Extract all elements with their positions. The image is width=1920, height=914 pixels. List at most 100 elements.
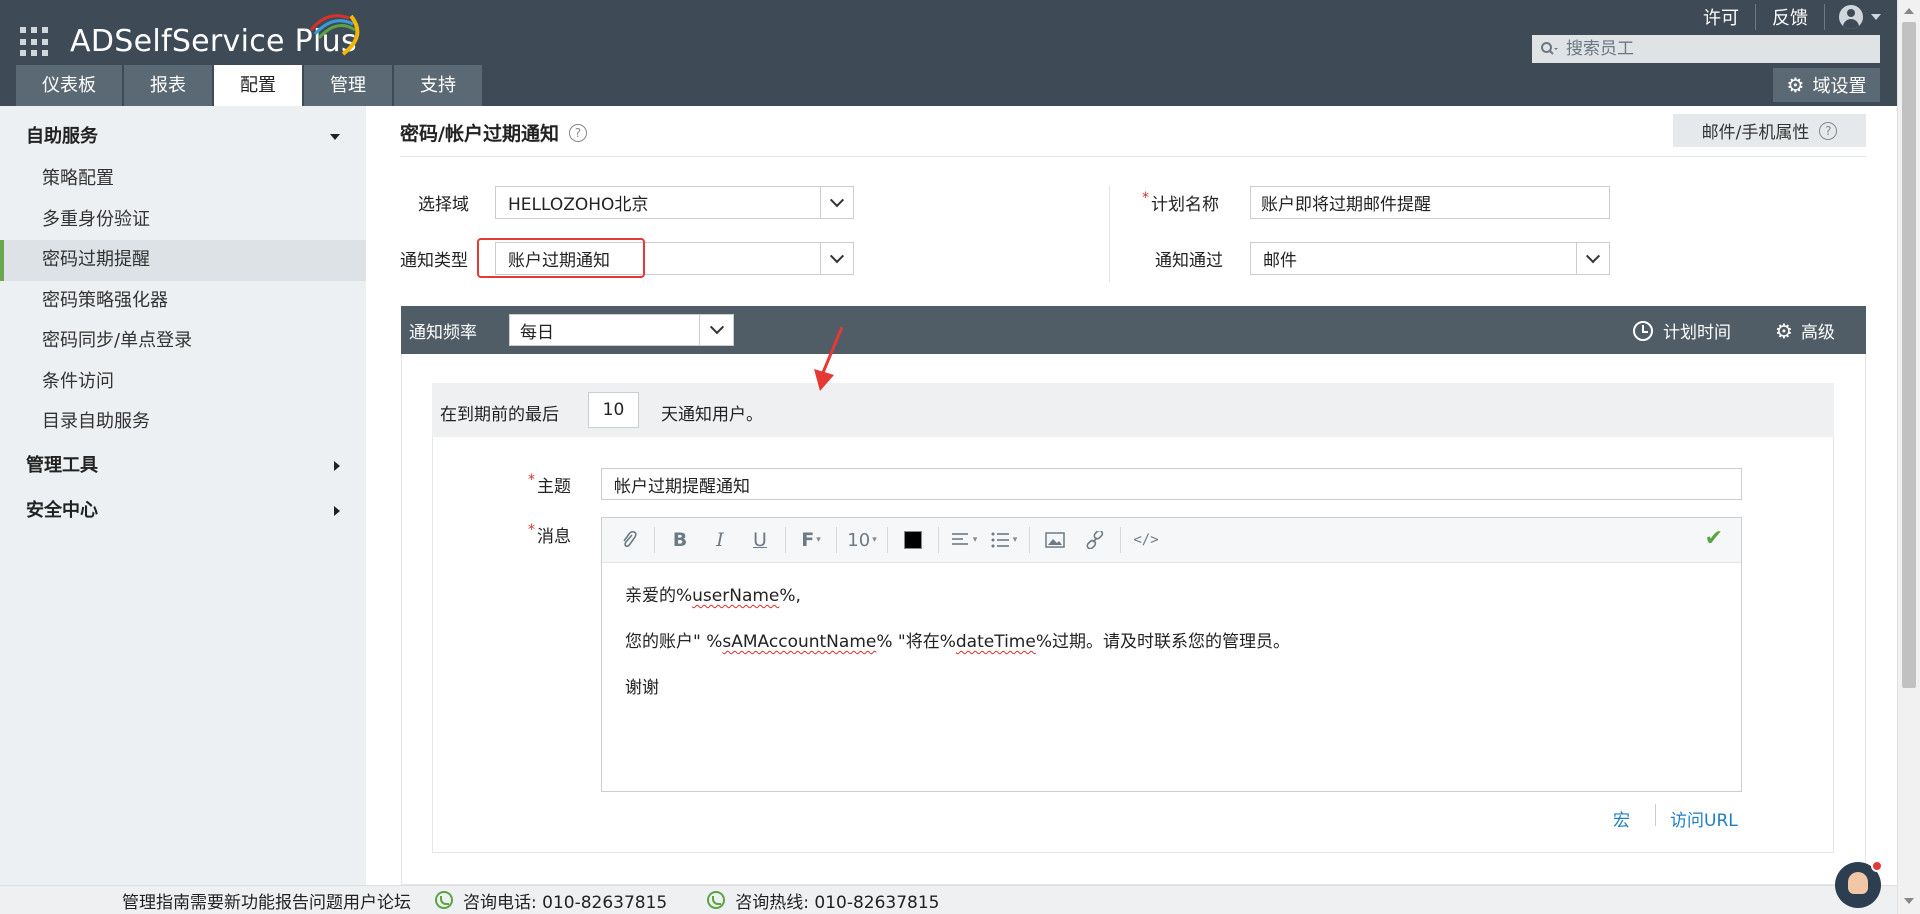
sidebar-item-directory-self-service[interactable]: 目录自助服务 — [0, 402, 366, 443]
italic-icon[interactable]: I — [705, 525, 735, 555]
footer: 管理指南需要新功能报告问题用户论坛 咨询电话: 010-82637815 咨询热… — [0, 885, 1897, 914]
tab-support[interactable]: 支持 — [394, 65, 482, 106]
consult-phone: 咨询电话: 010-82637815 — [435, 888, 667, 913]
notify-days-suffix: 天通知用户。 — [661, 405, 763, 425]
employee-search[interactable] — [1532, 35, 1880, 63]
feedback-link[interactable]: 反馈 — [1756, 4, 1825, 30]
underline-icon[interactable]: U — [745, 525, 775, 555]
chevron-down-icon — [820, 187, 853, 218]
domain-select[interactable]: HELLOZOHO北京 — [495, 186, 854, 219]
sidebar-section-admin-tools[interactable]: 管理工具 — [0, 443, 366, 488]
sidebar-item-password-policy[interactable]: 密码策略强化器 — [0, 281, 366, 322]
page-title: 密码/帐户过期通知 ? — [400, 119, 587, 146]
notify-days-input[interactable]: 10 — [588, 392, 639, 428]
tab-admin[interactable]: 管理 — [304, 65, 392, 106]
sidebar-item-password-sync[interactable]: 密码同步/单点登录 — [0, 321, 366, 362]
check-icon[interactable]: ✔ — [1705, 526, 1723, 551]
notify-via-select[interactable]: 邮件 — [1250, 242, 1610, 275]
notify-days-strip: 在到期前的最后 天通知用户。 — [432, 383, 1834, 437]
tab-dashboard[interactable]: 仪表板 — [16, 65, 122, 106]
attachment-icon[interactable] — [614, 525, 644, 555]
sidebar-section-label: 安全中心 — [26, 499, 98, 521]
phone-icon — [435, 891, 453, 909]
scroll-down-icon[interactable] — [1904, 898, 1914, 904]
app-grid-icon[interactable] — [20, 27, 50, 57]
tab-configuration[interactable]: 配置 — [214, 65, 302, 106]
sidebar-item-password-expiry[interactable]: 密码过期提醒 — [0, 240, 366, 281]
support-agent-icon — [1848, 872, 1868, 894]
font-size-value: 10 — [847, 529, 871, 551]
search-icon — [1532, 35, 1566, 63]
scroll-thumb[interactable] — [1902, 22, 1916, 688]
frequency-value: 每日 — [520, 322, 554, 343]
font-family-icon[interactable]: F ▾ — [796, 525, 826, 555]
sidebar-item-conditional-access[interactable]: 条件访问 — [0, 362, 366, 403]
font-size-select[interactable]: 10 ▾ — [847, 525, 877, 555]
domain-select-value: HELLOZOHO北京 — [508, 195, 649, 215]
domain-settings-button[interactable]: ⚙ 域设置 — [1773, 68, 1880, 102]
app-header: ADSelfService Plus 许可 反馈 仪表板 报表 配置 管理 支持… — [0, 0, 1897, 106]
text-color-icon[interactable] — [898, 525, 928, 555]
notify-type-select[interactable]: 账户过期通知 — [495, 242, 854, 275]
help-icon[interactable]: ? — [568, 123, 587, 142]
notify-type-value: 账户过期通知 — [508, 251, 610, 271]
required-mark: * — [528, 472, 535, 488]
list-icon[interactable]: ▾ — [989, 525, 1019, 555]
plan-name-label: * 计划名称 — [1142, 190, 1219, 215]
subject-input[interactable]: 帐户过期提醒通知 — [601, 468, 1742, 500]
domain-label: 选择域 — [418, 195, 469, 215]
license-link[interactable]: 许可 — [1687, 4, 1756, 30]
link-icon[interactable] — [1080, 525, 1110, 555]
hotline-phone-text: 咨询热线: 010-82637815 — [735, 892, 940, 913]
schedule-time-label: 计划时间 — [1663, 323, 1731, 343]
sidebar-section-self-service[interactable]: 自助服务 — [0, 114, 366, 159]
schedule-time-button[interactable]: 计划时间 — [1633, 318, 1731, 343]
scroll-up-icon[interactable] — [1904, 8, 1914, 14]
logo-swoosh-icon — [309, 14, 360, 56]
advanced-label: 高级 — [1800, 323, 1835, 343]
chevron-down-icon — [699, 315, 733, 345]
editor-body[interactable]: 亲爱的%userName%, 您的账户" %sAMAccountName% "将… — [602, 563, 1741, 741]
hotline-phone: 咨询热线: 010-82637815 — [707, 888, 940, 913]
bold-icon[interactable]: B — [665, 525, 695, 555]
notify-frequency-bar: 通知频率 每日 计划时间 ⚙ 高级 — [401, 306, 1866, 354]
frequency-select[interactable]: 每日 — [509, 314, 734, 346]
top-links: 许可 反馈 — [1687, 0, 1897, 34]
tab-reports[interactable]: 报表 — [124, 65, 212, 106]
code-view-icon[interactable]: </> — [1131, 525, 1161, 555]
access-url-link[interactable]: 访问URL — [1670, 806, 1738, 831]
caret-right-icon — [334, 460, 340, 471]
sidebar-section-label: 管理工具 — [26, 454, 98, 476]
sidebar-item-mfa[interactable]: 多重身份验证 — [0, 200, 366, 241]
align-icon[interactable]: ▾ — [949, 525, 979, 555]
search-input[interactable] — [1566, 39, 1866, 59]
plan-name-input[interactable]: 账户即将过期邮件提醒 — [1250, 186, 1610, 219]
user-avatar-icon — [1839, 5, 1863, 29]
chat-support-button[interactable] — [1835, 860, 1883, 908]
image-icon[interactable] — [1040, 525, 1070, 555]
page-scrollbar[interactable] — [1897, 0, 1920, 914]
notify-type-label: 通知类型 — [400, 251, 468, 271]
required-mark: * — [528, 522, 535, 538]
help-icon: ? — [1819, 121, 1838, 140]
user-menu[interactable] — [1825, 5, 1897, 29]
annotation-arrow-icon — [814, 326, 844, 391]
sidebar-section-label: 自助服务 — [26, 126, 98, 147]
notify-days-prefix: 在到期前的最后 — [440, 405, 559, 425]
macro-link[interactable]: 宏 — [1613, 806, 1630, 831]
subject-label-text: 主题 — [537, 477, 571, 497]
main-tabs: 仪表板 报表 配置 管理 支持 — [16, 65, 484, 106]
mail-phone-properties-button[interactable]: 邮件/手机属性 ? — [1673, 114, 1866, 147]
chevron-down-icon — [820, 243, 853, 274]
advanced-button[interactable]: ⚙ 高级 — [1775, 318, 1835, 344]
required-mark: * — [1142, 190, 1149, 206]
message-label: * 消息 — [528, 522, 571, 547]
title-divider — [400, 156, 1866, 157]
frequency-label: 通知频率 — [409, 323, 477, 343]
font-family-glyph: F — [801, 529, 815, 551]
form-column-divider — [1109, 186, 1110, 282]
sidebar-section-security-center[interactable]: 安全中心 — [0, 488, 366, 533]
message-editor[interactable]: B I U F ▾ 10 ▾ ▾ ▾ </> ✔ 亲爱的%userName%, 您的… — [601, 517, 1742, 792]
sidebar-item-policy-config[interactable]: 策略配置 — [0, 159, 366, 200]
footer-links[interactable]: 管理指南需要新功能报告问题用户论坛 — [122, 888, 411, 913]
